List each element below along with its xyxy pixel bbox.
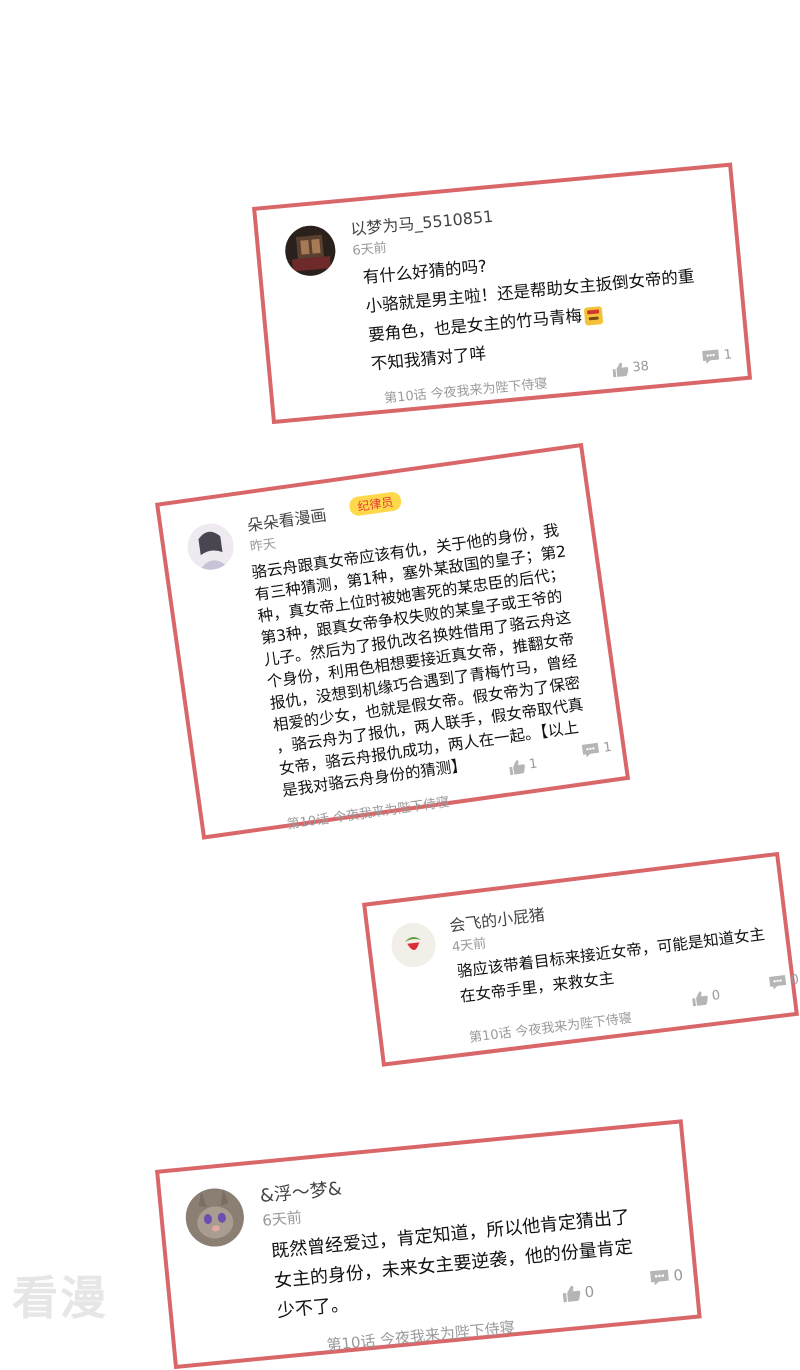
avatar-image <box>388 920 439 970</box>
avatar-image <box>183 1185 247 1250</box>
thumbs-up-icon <box>509 759 525 775</box>
username[interactable]: 会飞的小屁猪 <box>448 901 546 937</box>
role-badge: 纪律员 <box>348 490 403 517</box>
comment-card: 朵朵看漫画 纪律员 昨天 骆云舟跟真女帝应该有仇，关于他的身份，我 有三种猜测，… <box>155 442 631 840</box>
timestamp: 6天前 <box>351 240 388 259</box>
thumbs-up-icon <box>562 1285 581 1303</box>
avatar-image <box>283 223 338 279</box>
watermark: 看漫 <box>12 1271 108 1325</box>
like-count: 0 <box>711 988 722 1004</box>
reply-count: 1 <box>602 739 613 756</box>
timestamp: 6天前 <box>261 1208 303 1230</box>
avatar[interactable] <box>283 223 338 279</box>
username[interactable]: 以梦为马_5510851 <box>349 203 494 240</box>
avatar-image <box>184 520 237 573</box>
reply-button[interactable]: 0 <box>649 1266 684 1287</box>
comment-card: &浮～梦& 6天前 既然曾经爱过，肯定知道，所以他肯定猜出了 女主的身份，未来女… <box>155 1119 702 1370</box>
avatar[interactable] <box>183 1185 247 1250</box>
comment-icon <box>769 974 787 990</box>
comment-text: 骆云舟跟真女帝应该有仇，关于他的身份，我 有三种猜测，第1种，塞外某敌国的皇子；… <box>250 519 595 802</box>
emoji-icon <box>583 305 603 326</box>
thumbs-up-icon <box>692 991 708 1006</box>
reply-count: 0 <box>789 972 800 989</box>
timestamp: 4天前 <box>451 936 488 956</box>
like-button[interactable]: 38 <box>612 359 650 377</box>
like-button[interactable]: 0 <box>562 1283 595 1304</box>
reply-button[interactable]: 0 <box>768 972 800 991</box>
comment-card: 会飞的小屁猪 4天前 骆应该带着目标来接近女帝，可能是知道女主 在女帝手里，来救… <box>362 851 800 1067</box>
like-count: 38 <box>631 359 650 376</box>
reply-count: 1 <box>723 347 733 364</box>
comment-text: 有什么好猜的吗? 小骆就是男主啦！还是帮助女主扳倒女帝的重 要角色，也是女主的竹… <box>362 233 701 379</box>
comment-card: 以梦为马_5510851 6天前 有什么好猜的吗? 小骆就是男主啦！还是帮助女主… <box>252 162 753 425</box>
like-count: 0 <box>583 1282 596 1302</box>
comment-icon <box>650 1269 669 1285</box>
timestamp: 昨天 <box>249 536 277 556</box>
comment-icon <box>702 349 720 364</box>
chapter-link[interactable]: 第10话 今夜我来为陛下侍寝 <box>326 1316 516 1355</box>
avatar[interactable] <box>388 920 439 970</box>
chapter-link[interactable]: 第10话 今夜我来为陛下侍寝 <box>383 373 548 407</box>
comment-icon <box>581 742 600 758</box>
chapter-link[interactable]: 第10话 今夜我来为陛下侍寝 <box>468 1007 632 1046</box>
thumbs-up-icon <box>612 362 629 377</box>
reply-button[interactable]: 1 <box>581 740 613 759</box>
avatar[interactable] <box>184 520 237 573</box>
like-button[interactable]: 0 <box>691 988 721 1006</box>
like-button[interactable]: 1 <box>508 756 538 775</box>
username[interactable]: &浮～梦& <box>259 1174 343 1208</box>
comment-text: 既然曾经爱过，肯定知道，所以他肯定猜出了 女主的身份，未来女主要逆袭，他的份量肯… <box>270 1203 637 1327</box>
username[interactable]: 朵朵看漫画 <box>245 501 328 536</box>
comment-text: 骆应该带着目标来接近女帝，可能是知道女主 在女帝手里，来救女主 <box>456 922 770 1009</box>
reply-button[interactable]: 1 <box>701 347 733 365</box>
reply-count: 0 <box>672 1265 684 1285</box>
